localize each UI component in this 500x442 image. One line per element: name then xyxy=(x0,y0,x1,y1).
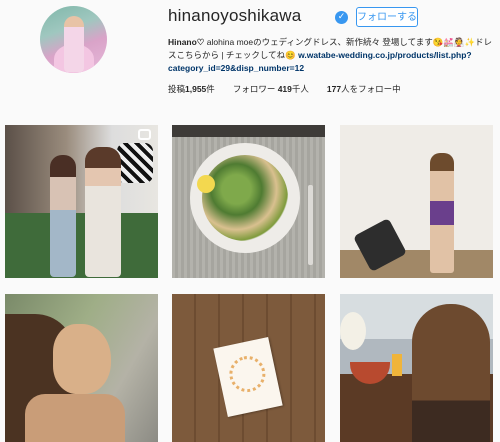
photo-5[interactable] xyxy=(172,294,325,442)
photo-1-person-right xyxy=(85,147,121,277)
photo-3[interactable] xyxy=(340,125,493,278)
photo-2-fork xyxy=(308,185,313,265)
photo-6[interactable] xyxy=(340,294,493,442)
photo-2-salad xyxy=(202,155,288,241)
photo-2[interactable] xyxy=(172,125,325,278)
photo-1-zebra xyxy=(117,143,153,183)
profile-stats: 投稿1,955件 フォロワー 419千人 177人をフォロー中 xyxy=(168,83,488,95)
photo-1-person-left xyxy=(50,155,76,277)
avatar-figure-shape xyxy=(64,16,84,72)
photo-3-person xyxy=(430,153,454,273)
profile-bio: Hinano♡ alohina moeのウェディングドレス、新作続々 登場してま… xyxy=(168,36,493,75)
photo-4-face xyxy=(53,324,111,394)
photo-1-bench xyxy=(5,213,158,278)
photo-4-body xyxy=(25,394,125,442)
camera-icon xyxy=(138,129,151,140)
photo-6-person xyxy=(412,304,490,442)
photo-6-drink xyxy=(392,354,402,376)
photo-5-card xyxy=(213,336,283,418)
profile-avatar[interactable] xyxy=(40,6,107,73)
photo-2-table-edge xyxy=(172,125,325,137)
bio-name: Hinano♡ xyxy=(168,37,205,47)
profile-username: hinanoyoshikawa xyxy=(168,6,302,25)
stat-posts: 投稿1,955件 xyxy=(168,84,215,94)
stat-followers[interactable]: フォロワー 419千人 xyxy=(233,83,309,95)
photo-2-lemon xyxy=(197,175,215,193)
follow-button[interactable]: フォローする xyxy=(356,7,418,27)
photo-5-card-wreath xyxy=(226,352,269,396)
stat-following[interactable]: 177人をフォロー中 xyxy=(327,83,401,95)
verified-check-icon: ✓ xyxy=(335,11,348,24)
photo-1[interactable] xyxy=(5,125,158,278)
photo-4[interactable] xyxy=(5,294,158,442)
photo-6-flowers xyxy=(340,312,366,350)
